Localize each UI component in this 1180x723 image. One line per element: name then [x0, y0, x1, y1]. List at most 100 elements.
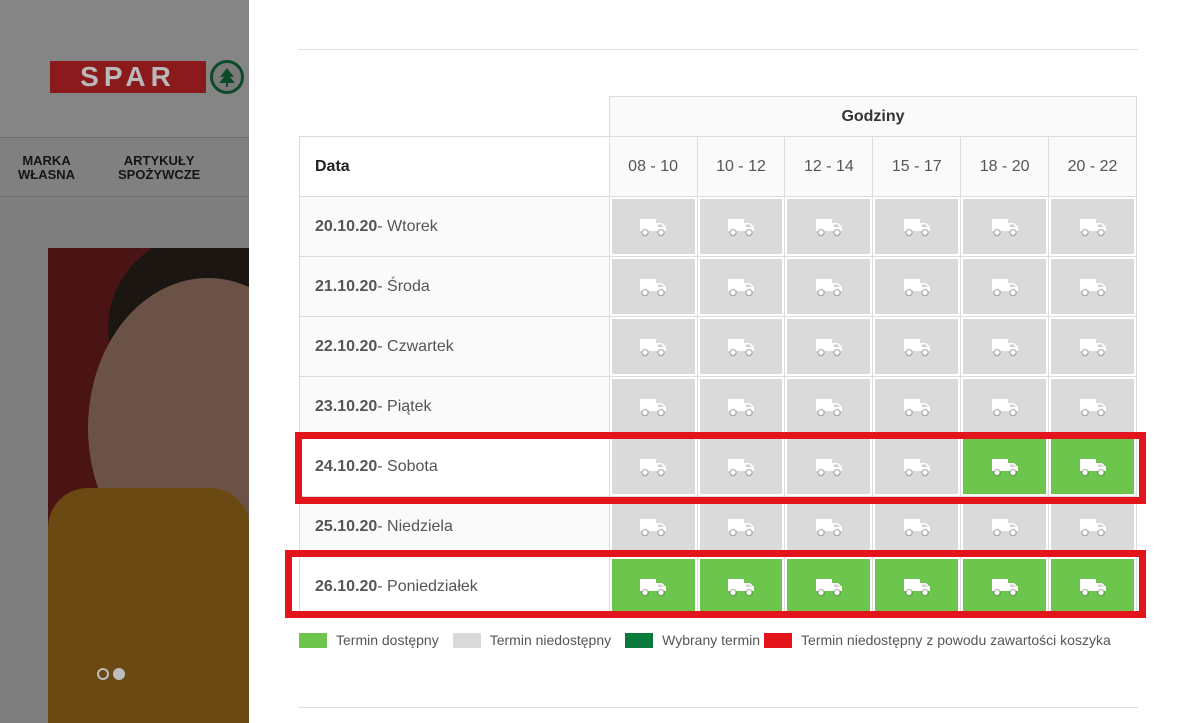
slot-unavailable-button[interactable]: [699, 379, 783, 434]
legend-item-cart-unavailable: Termin niedostępny z powodu zawartości k…: [764, 632, 1111, 648]
delivery-truck-icon: [903, 336, 931, 358]
slot-unavailable-button[interactable]: [875, 199, 959, 254]
slot-unavailable-button[interactable]: [875, 439, 959, 494]
slot-unavailable-button[interactable]: [611, 259, 695, 314]
nav-item-marka-wlasna[interactable]: MARKA WŁASNA: [18, 154, 75, 182]
slot-cell: [961, 377, 1050, 437]
slot-unavailable-button[interactable]: [611, 499, 695, 554]
slot-cell: [785, 377, 874, 437]
divider: [298, 49, 1138, 50]
date-value: 20.10.20: [315, 217, 378, 235]
slot-unavailable-button[interactable]: [963, 259, 1047, 314]
slot-cell: [1049, 317, 1137, 377]
slot-unavailable-button[interactable]: [699, 319, 783, 374]
slot-cell: [873, 197, 962, 257]
day-name: - Sobota: [377, 457, 438, 475]
slot-unavailable-button[interactable]: [787, 319, 871, 374]
slot-cell: [785, 557, 874, 617]
slot-available-button[interactable]: [875, 559, 959, 614]
slot-unavailable-button[interactable]: [875, 259, 959, 314]
slot-unavailable-button[interactable]: [611, 439, 695, 494]
delivery-truck-icon: [727, 396, 755, 418]
slot-cell: [961, 257, 1050, 317]
slot-unavailable-button[interactable]: [611, 199, 695, 254]
date-value: 22.10.20: [315, 337, 378, 355]
slot-unavailable-button[interactable]: [699, 499, 783, 554]
delivery-truck-icon: [815, 576, 843, 598]
delivery-truck-icon: [903, 456, 931, 478]
slot-unavailable-button[interactable]: [1051, 199, 1134, 254]
delivery-truck-icon: [1079, 456, 1107, 478]
delivery-truck-icon: [727, 216, 755, 238]
slot-cell: [873, 257, 962, 317]
slot-unavailable-button[interactable]: [963, 379, 1047, 434]
slot-unavailable-button[interactable]: [787, 199, 871, 254]
slot-available-button[interactable]: [1051, 439, 1134, 494]
slot-unavailable-button[interactable]: [1051, 379, 1134, 434]
slot-unavailable-button[interactable]: [699, 199, 783, 254]
slot-unavailable-button[interactable]: [1051, 259, 1134, 314]
slot-cell: [961, 197, 1050, 257]
spar-logo[interactable]: SPAR: [50, 60, 244, 94]
slot-unavailable-button[interactable]: [787, 499, 871, 554]
carousel-dot-active[interactable]: [113, 668, 125, 680]
delivery-truck-icon: [1079, 396, 1107, 418]
day-name: - Piątek: [377, 397, 432, 415]
delivery-truck-icon: [991, 516, 1019, 538]
slot-unavailable-button[interactable]: [699, 259, 783, 314]
slot-available-button[interactable]: [963, 559, 1047, 614]
slot-cell: [961, 497, 1050, 557]
legend-label: Wybrany termin: [662, 632, 761, 648]
slot-available-button[interactable]: [699, 559, 783, 614]
slot-unavailable-button[interactable]: [875, 379, 959, 434]
slot-cell: [609, 437, 698, 497]
slot-cell: [785, 197, 874, 257]
slot-unavailable-button[interactable]: [875, 319, 959, 374]
carousel-dot[interactable]: [97, 668, 109, 680]
slot-cell: [609, 497, 698, 557]
slot-cell: [697, 557, 786, 617]
slot-unavailable-button[interactable]: [1051, 319, 1134, 374]
slot-unavailable-button[interactable]: [963, 319, 1047, 374]
table-row: 22.10.20 - Czwartek: [299, 317, 1137, 377]
slot-unavailable-button[interactable]: [699, 439, 783, 494]
legend-label: Termin niedostępny: [489, 632, 612, 648]
slot-available-button[interactable]: [787, 559, 871, 614]
day-name: - Czwartek: [377, 337, 454, 355]
slot-unavailable-button[interactable]: [611, 319, 695, 374]
table-row: 24.10.20 - Sobota: [299, 437, 1137, 497]
slot-cell: [697, 437, 786, 497]
date-cell: 21.10.20 - Środa: [299, 257, 610, 317]
divider: [298, 707, 1138, 708]
slot-available-button[interactable]: [963, 439, 1047, 494]
slot-unavailable-button[interactable]: [787, 379, 871, 434]
slot-available-button[interactable]: [611, 559, 695, 614]
slot-unavailable-button[interactable]: [963, 199, 1047, 254]
delivery-truck-icon: [1079, 576, 1107, 598]
table-row: 21.10.20 - Środa: [299, 257, 1137, 317]
delivery-truck-icon: [903, 276, 931, 298]
delivery-truck-icon: [815, 456, 843, 478]
slot-cell: [873, 497, 962, 557]
slot-unavailable-button[interactable]: [1051, 499, 1134, 554]
carousel-dots: [97, 668, 125, 680]
nav-item-artykuly-spozywcze[interactable]: ARTYKUŁY SPOŻYWCZE: [118, 154, 200, 182]
slot-unavailable-button[interactable]: [611, 379, 695, 434]
delivery-truck-icon: [991, 276, 1019, 298]
delivery-truck-icon: [903, 216, 931, 238]
slot-unavailable-button[interactable]: [787, 439, 871, 494]
time-slot-header: 15 - 17: [873, 136, 962, 197]
slot-available-button[interactable]: [1051, 559, 1134, 614]
delivery-truck-icon: [991, 336, 1019, 358]
day-name: - Poniedziałek: [377, 577, 478, 595]
slot-unavailable-button[interactable]: [875, 499, 959, 554]
time-slot-header: 10 - 12: [697, 136, 786, 197]
table-row: 20.10.20 - Wtorek: [299, 197, 1137, 257]
time-slot-header: 08 - 10: [609, 136, 698, 197]
slot-unavailable-button[interactable]: [963, 499, 1047, 554]
slot-cell: [1049, 437, 1137, 497]
slot-unavailable-button[interactable]: [787, 259, 871, 314]
main-nav: MARKA WŁASNA ARTYKUŁY SPOŻYWCZE: [0, 137, 250, 197]
slot-cell: [873, 317, 962, 377]
slot-cell: [697, 257, 786, 317]
